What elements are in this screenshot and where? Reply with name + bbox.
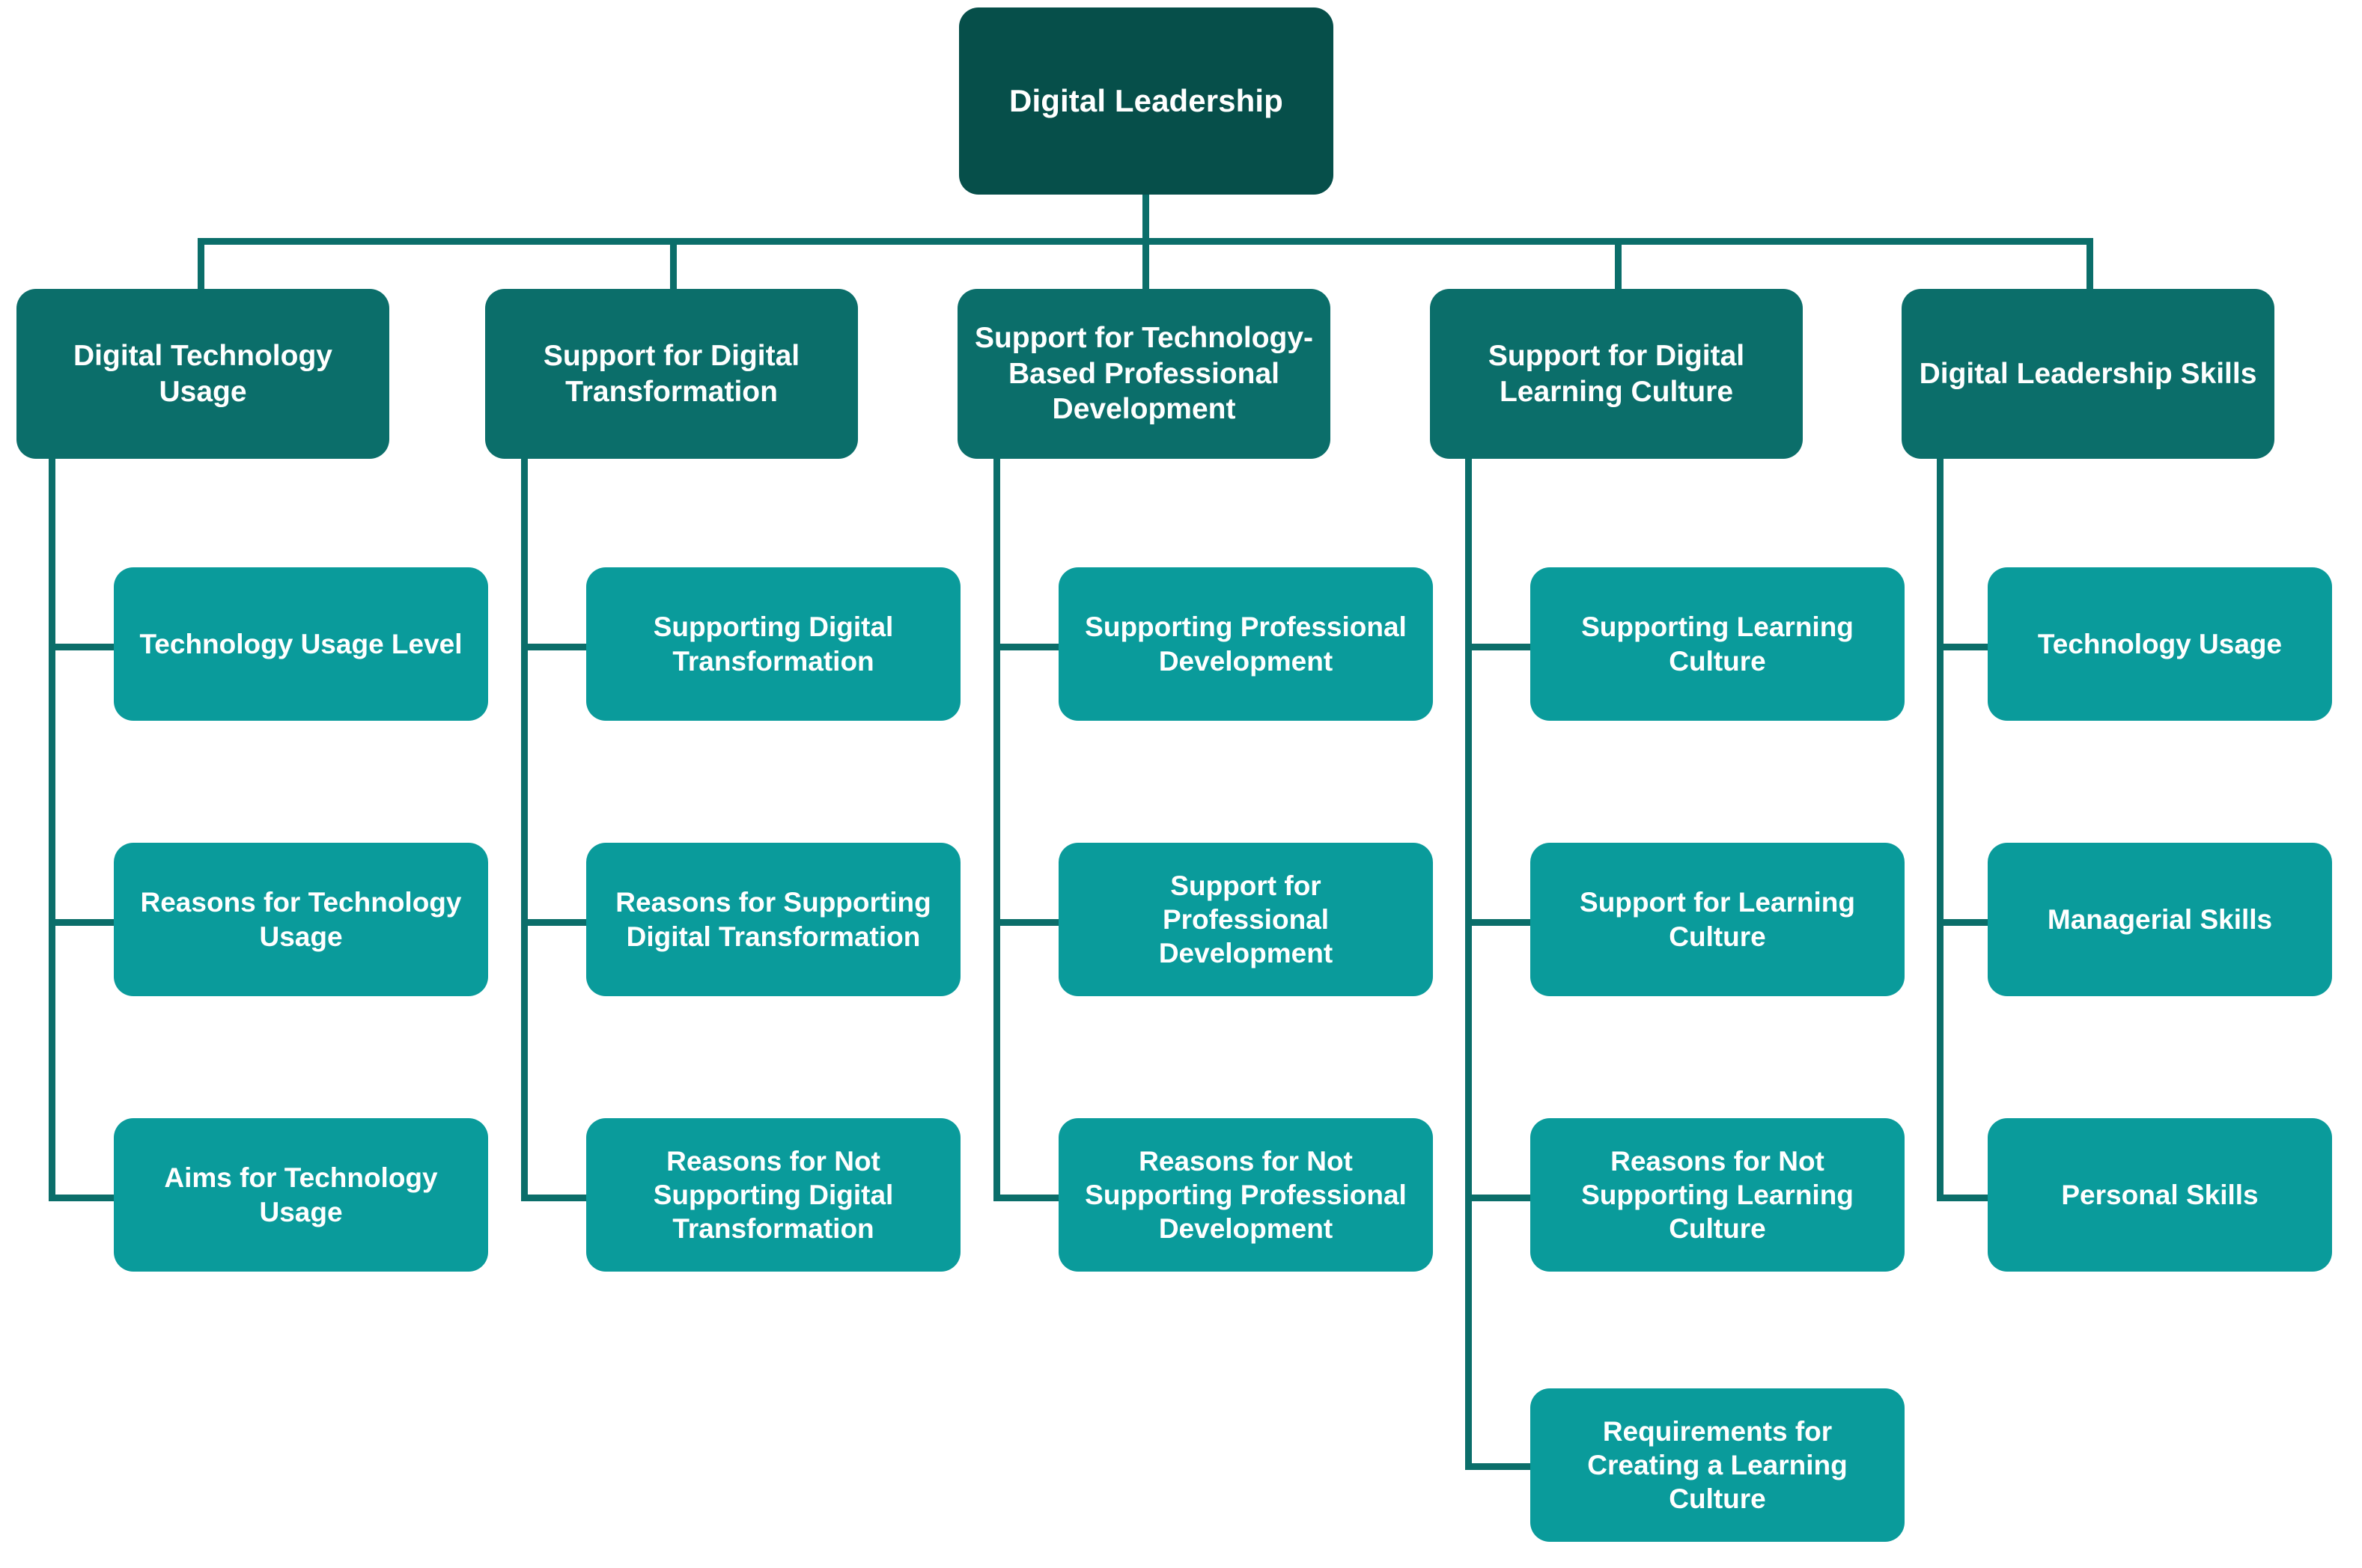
- branch-node-label: Support for Technology- Based Profession…: [974, 322, 1314, 426]
- connector-stub-c4-child-2: [1465, 919, 1532, 926]
- connector-stub-c2-child-2: [521, 919, 588, 926]
- leaf-node-supporting-digital-transformation[interactable]: Supporting Digital Transformation: [586, 567, 961, 721]
- connector-stub-c2-child-1: [521, 644, 588, 650]
- connector-bus-drop-1: [198, 238, 204, 290]
- branch-node-digital-leadership-skills[interactable]: Digital Leadership Skills: [1902, 289, 2274, 459]
- leaf-node-reasons-for-supporting-digital-transformation[interactable]: Reasons for Supporting Digital Transform…: [586, 843, 961, 996]
- leaf-node-label: Supporting Digital Transformation: [653, 611, 894, 677]
- leaf-node-technology-usage-level[interactable]: Technology Usage Level: [114, 567, 488, 721]
- leaf-node-label: Reasons for Not Supporting Professional …: [1085, 1145, 1407, 1245]
- branch-node-label: Digital Technology Usage: [73, 339, 332, 408]
- digital-leadership-org-chart: Digital Leadership Digital Technology Us…: [0, 0, 2362, 1568]
- branch-node-label: Digital Leadership Skills: [1919, 357, 2257, 390]
- connector-bus-drop-5: [2086, 238, 2093, 290]
- leaf-node-label: Reasons for Supporting Digital Transform…: [615, 887, 931, 952]
- leaf-node-label: Support for Learning Culture: [1580, 887, 1855, 952]
- connector-stub-c1-child-3: [49, 1195, 116, 1201]
- leaf-node-requirements-for-creating-a-learning-culture[interactable]: Requirements for Creating a Learning Cul…: [1530, 1388, 1905, 1542]
- connector-bus-drop-2: [670, 238, 677, 290]
- branch-node-support-for-technology-based-professional-development[interactable]: Support for Technology- Based Profession…: [958, 289, 1330, 459]
- leaf-node-label: Support for Professional Development: [1158, 870, 1333, 969]
- leaf-node-reasons-for-not-supporting-digital-transformation[interactable]: Reasons for Not Supporting Digital Trans…: [586, 1118, 961, 1272]
- leaf-node-label: Technology Usage: [2037, 628, 2283, 659]
- leaf-node-label: Technology Usage Level: [139, 628, 463, 659]
- connector-stub-c1-child-1: [49, 644, 116, 650]
- connector-stub-c3-child-2: [993, 919, 1061, 926]
- leaf-node-label: Personal Skills: [2061, 1179, 2259, 1210]
- connector-stub-c3-child-3: [993, 1195, 1061, 1201]
- branch-node-support-for-digital-learning-culture[interactable]: Support for Digital Learning Culture: [1430, 289, 1803, 459]
- connector-stub-c2-child-3: [521, 1195, 588, 1201]
- connector-spine-column-3: [993, 459, 1000, 1195]
- root-node-digital-leadership[interactable]: Digital Leadership: [959, 7, 1333, 195]
- leaf-node-label: Reasons for Not Supporting Digital Trans…: [653, 1145, 894, 1245]
- branch-node-label: Support for Digital Learning Culture: [1488, 339, 1745, 408]
- connector-spine-column-4: [1465, 459, 1472, 1470]
- leaf-node-reasons-for-technology-usage[interactable]: Reasons for Technology Usage: [114, 843, 488, 996]
- connector-bus-drop-4: [1615, 238, 1622, 290]
- branch-node-support-for-digital-transformation[interactable]: Support for Digital Transformation: [485, 289, 858, 459]
- root-node-label: Digital Leadership: [1009, 83, 1283, 119]
- leaf-node-label: Managerial Skills: [2047, 903, 2273, 935]
- connector-spine-column-1: [49, 459, 55, 1195]
- connector-bus-drop-3: [1142, 238, 1149, 290]
- leaf-node-label: Supporting Professional Development: [1085, 611, 1407, 677]
- branch-node-digital-technology-usage[interactable]: Digital Technology Usage: [16, 289, 389, 459]
- leaf-node-technology-usage[interactable]: Technology Usage: [1988, 567, 2332, 721]
- leaf-node-label: Aims for Technology Usage: [164, 1162, 438, 1227]
- leaf-node-aims-for-technology-usage[interactable]: Aims for Technology Usage: [114, 1118, 488, 1272]
- leaf-node-support-for-learning-culture[interactable]: Support for Learning Culture: [1530, 843, 1905, 996]
- leaf-node-label: Reasons for Technology Usage: [140, 887, 462, 952]
- connector-stub-c4-child-1: [1465, 644, 1532, 650]
- connector-spine-column-5: [1937, 459, 1944, 1195]
- leaf-node-reasons-for-not-supporting-learning-culture[interactable]: Reasons for Not Supporting Learning Cult…: [1530, 1118, 1905, 1272]
- leaf-node-label: Requirements for Creating a Learning Cul…: [1587, 1415, 1848, 1515]
- connector-root-drop: [1142, 193, 1149, 242]
- leaf-node-managerial-skills[interactable]: Managerial Skills: [1988, 843, 2332, 996]
- leaf-node-reasons-for-not-supporting-professional-development[interactable]: Reasons for Not Supporting Professional …: [1059, 1118, 1433, 1272]
- connector-stub-c4-child-4: [1465, 1463, 1532, 1470]
- leaf-node-supporting-learning-culture[interactable]: Supporting Learning Culture: [1530, 567, 1905, 721]
- connector-stub-c4-child-3: [1465, 1195, 1532, 1201]
- leaf-node-label: Reasons for Not Supporting Learning Cult…: [1581, 1145, 1854, 1245]
- connector-stub-c1-child-2: [49, 919, 116, 926]
- leaf-node-supporting-professional-development[interactable]: Supporting Professional Development: [1059, 567, 1433, 721]
- connector-spine-column-2: [521, 459, 528, 1195]
- branch-node-label: Support for Digital Transformation: [543, 339, 800, 408]
- leaf-node-label: Supporting Learning Culture: [1581, 611, 1854, 677]
- connector-stub-c3-child-1: [993, 644, 1061, 650]
- leaf-node-support-for-professional-development[interactable]: Support for Professional Development: [1059, 843, 1433, 996]
- leaf-node-personal-skills[interactable]: Personal Skills: [1988, 1118, 2332, 1272]
